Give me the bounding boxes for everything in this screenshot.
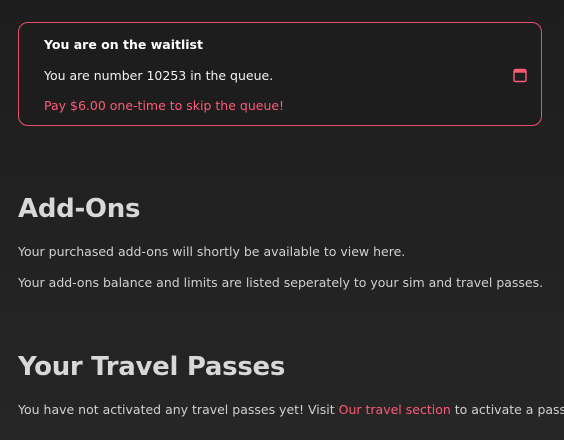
travel-passes-message: You have not activated any travel passes… [18, 402, 564, 417]
skip-queue-link[interactable]: Pay $6.00 one-time to skip the queue! [44, 98, 284, 113]
addons-heading: Add-Ons [18, 194, 141, 224]
calendar-icon[interactable] [513, 68, 527, 83]
travel-passes-heading: Your Travel Passes [18, 352, 286, 382]
addons-description: Your purchased add-ons will shortly be a… [18, 244, 406, 259]
addons-balance-note: Your add-ons balance and limits are list… [18, 275, 544, 290]
travel-passes-text-after: to activate a pass. [450, 402, 564, 417]
queue-position-text: You are number 10253 in the queue. [44, 68, 274, 83]
waitlist-card: You are on the waitlist You are number 1… [18, 22, 542, 126]
waitlist-title: You are on the waitlist [44, 37, 203, 52]
travel-section-link[interactable]: Our travel section [339, 402, 451, 417]
travel-passes-text-before: You have not activated any travel passes… [18, 402, 339, 417]
